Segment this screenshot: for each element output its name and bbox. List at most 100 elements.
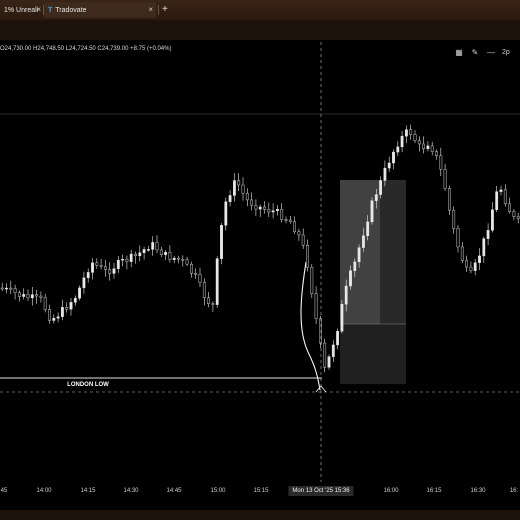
chart-setting-label[interactable]: 2p <box>502 49 510 56</box>
time-tick: 14:30 <box>123 488 139 494</box>
candle-body <box>18 292 21 297</box>
candle-body <box>99 265 103 267</box>
crosshair-time-label: Mon 13 Oct '25 15:36 <box>288 486 354 496</box>
candle-body <box>478 255 481 263</box>
candle-body <box>417 140 421 145</box>
candle-body <box>61 307 64 317</box>
candle-body <box>73 297 77 303</box>
candle-body <box>495 191 499 210</box>
candle-body <box>9 287 13 290</box>
ohlc-readout: O24,730.00 H24,748.50 L24,724.50 C24,739… <box>0 46 172 52</box>
candle-body <box>452 209 456 229</box>
candle-body <box>228 195 232 203</box>
candle-body <box>245 193 249 201</box>
candle-body <box>276 209 279 211</box>
candle-body <box>448 188 451 211</box>
candle-body <box>35 294 39 297</box>
time-tick: 16: <box>509 488 519 494</box>
candle-body <box>383 167 387 181</box>
candle-body <box>310 266 314 294</box>
candle-body <box>82 277 86 289</box>
candle-body <box>86 272 90 279</box>
zone-box-dark <box>380 180 406 324</box>
candle-body <box>344 285 348 305</box>
candle-body <box>465 260 468 268</box>
line-tool-icon[interactable]: — <box>486 47 496 57</box>
candle-body <box>211 303 215 305</box>
candle-body <box>26 294 30 299</box>
candle-body <box>159 249 163 255</box>
candle-body <box>379 180 382 195</box>
candle-body <box>263 206 266 210</box>
candle-body <box>232 180 236 196</box>
candle-body <box>387 162 391 169</box>
candle-body <box>491 209 494 231</box>
candle-body <box>374 194 378 201</box>
candle-body <box>220 225 223 259</box>
candle-body <box>69 302 73 310</box>
candle-body <box>426 145 430 150</box>
candle-body <box>293 221 296 232</box>
candle-body <box>224 201 228 226</box>
candle-body <box>486 230 490 239</box>
candle-body <box>430 145 434 152</box>
candle-body <box>280 209 284 220</box>
time-tick: 16:30 <box>470 488 486 494</box>
candle-body <box>422 143 425 150</box>
candle-body <box>306 244 309 268</box>
candle-body <box>439 155 443 170</box>
time-axis: 45 14:00 14:15 14:30 14:45 15:00 15:15 1… <box>0 482 520 502</box>
candle-body <box>125 258 129 262</box>
candle-body <box>103 266 107 270</box>
candle-body <box>336 331 339 346</box>
candle-body <box>508 203 511 212</box>
candle-body <box>241 184 245 194</box>
candle-body <box>151 242 155 250</box>
london-low-label: LONDON LOW <box>67 382 109 388</box>
pencil-icon[interactable]: ✎ <box>470 47 480 57</box>
bottom-bar <box>0 510 520 520</box>
candle-body <box>331 344 335 357</box>
time-tick: 16:15 <box>426 488 442 494</box>
candle-body <box>512 211 516 217</box>
candle-body <box>65 307 69 310</box>
candle-body <box>435 151 438 156</box>
candle-body <box>207 297 210 304</box>
candles-group <box>0 124 520 373</box>
candle-body <box>39 295 43 298</box>
candle-body <box>409 129 413 135</box>
time-tick: 14:45 <box>166 488 182 494</box>
candle-body <box>301 234 305 246</box>
candle-body <box>155 242 159 251</box>
candle-body <box>460 246 464 261</box>
candle-body <box>52 318 56 321</box>
candle-body <box>267 209 271 213</box>
candle-body <box>48 309 51 321</box>
candle-body <box>146 249 150 251</box>
candle-body <box>482 238 486 257</box>
candle-body <box>405 129 408 137</box>
candle-body <box>142 249 146 253</box>
candle-body <box>56 316 60 319</box>
candle-body <box>366 221 370 236</box>
candle-body <box>112 268 116 274</box>
candle-body <box>392 151 395 164</box>
candle-body <box>288 219 292 222</box>
candle-body <box>456 228 460 248</box>
candle-body <box>237 180 241 186</box>
candle-body <box>30 294 34 299</box>
candle-body <box>284 219 288 221</box>
time-tick: 15:15 <box>253 488 269 494</box>
candle-body <box>516 216 520 219</box>
candle-body <box>340 304 344 332</box>
candle-body <box>314 293 318 319</box>
time-tick: 15:00 <box>210 488 226 494</box>
grid-icon[interactable]: ▦ <box>454 47 464 57</box>
candlestick-chart[interactable]: LONDON LOW <box>0 0 520 482</box>
time-tick: 45 <box>0 488 8 494</box>
candle-body <box>177 257 180 260</box>
candle-body <box>185 259 189 265</box>
candle-body <box>13 288 17 294</box>
candle-body <box>258 206 262 210</box>
candle-body <box>400 135 404 148</box>
